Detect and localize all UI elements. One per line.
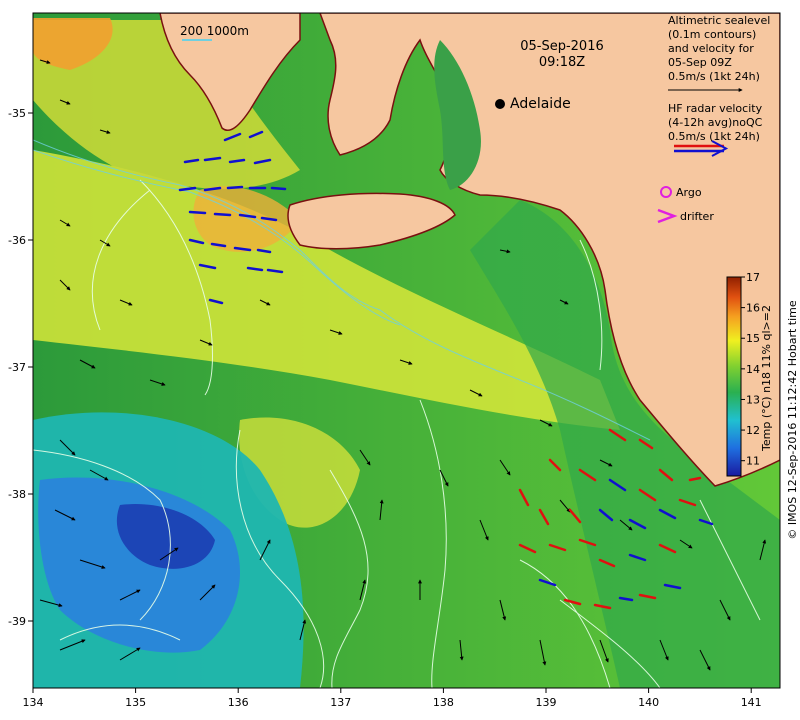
map-date: 05-Sep-2016: [520, 39, 604, 54]
y-tick-label: -38: [8, 488, 26, 501]
argo-label: Argo: [676, 186, 702, 199]
hf-legend-line-2: (4-12h avg)noQC: [668, 116, 763, 129]
x-axis-ticks: 134 135 136 137 138 139 140 141: [23, 688, 762, 709]
colorbar-scale: [726, 276, 742, 477]
hf-legend-line-1: HF radar velocity: [668, 102, 763, 115]
altimetry-legend-line-3: and velocity for: [668, 42, 754, 55]
altimetry-legend-line-2: (0.1m contours): [668, 28, 756, 41]
colorbar-tick-label: 13: [746, 393, 760, 406]
colorbar-title: Temp (°C) n18 11% ql>=2: [760, 305, 773, 452]
y-tick-label: -39: [8, 615, 26, 628]
x-tick-label: 136: [228, 696, 249, 709]
x-tick-label: 135: [125, 696, 146, 709]
adelaide-marker: [495, 99, 505, 109]
x-tick-label: 139: [536, 696, 557, 709]
colorbar-tick-label: 11: [746, 455, 760, 468]
altimetry-legend-line-4: 05-Sep 09Z: [668, 56, 732, 69]
x-tick-label: 134: [23, 696, 44, 709]
colorbar-tick-label: 16: [746, 302, 760, 315]
y-tick-label: -35: [8, 107, 26, 120]
x-tick-label: 141: [741, 696, 762, 709]
bathymetry-label: 200 1000m: [180, 24, 249, 38]
y-tick-label: -36: [8, 234, 26, 247]
x-tick-label: 137: [330, 696, 351, 709]
map-time: 09:18Z: [539, 55, 585, 70]
altimetry-legend-line-5: 0.5m/s (1kt 24h): [668, 70, 760, 83]
colorbar-tick-label: 15: [746, 332, 760, 345]
colorbar-tick-label: 12: [746, 424, 760, 437]
x-tick-label: 140: [638, 696, 659, 709]
adelaide-label: Adelaide: [510, 96, 571, 112]
sst-map: 134 135 136 137 138 139 140 141 -35 -36 -37 -38 -39…: [8, 12, 799, 709]
drifter-label: drifter: [680, 210, 714, 223]
altimetry-legend-line-1: Altimetric sealevel: [668, 14, 770, 27]
x-tick-label: 138: [433, 696, 454, 709]
colorbar-tick-label: 17: [746, 271, 760, 284]
y-tick-label: -37: [8, 361, 26, 374]
colorbar-tick-label: 14: [746, 363, 760, 376]
y-axis-ticks: -35 -36 -37 -38 -39: [8, 107, 33, 628]
imos-credit: © IMOS 12-Sep-2016 11:12:42 Hobart time: [786, 300, 799, 540]
